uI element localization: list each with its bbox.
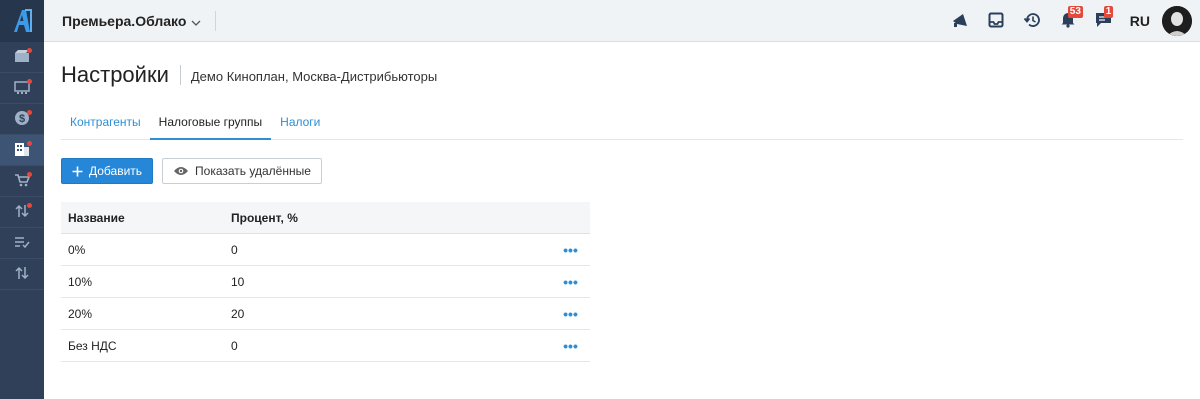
page-subtitle: Демо Киноплан, Москва-Дистрибьюторы	[190, 69, 438, 84]
page-title: Настройки	[61, 62, 169, 87]
inbox-icon	[988, 12, 1004, 31]
show-deleted-label: Показать удалённые	[195, 164, 311, 178]
megaphone-icon	[951, 12, 969, 31]
add-button[interactable]: Добавить	[61, 158, 154, 184]
notifications-badge: 53	[1067, 6, 1083, 18]
more-icon: •••	[563, 305, 578, 322]
org-name: Премьера.Облако	[62, 12, 187, 29]
user-avatar-icon	[1162, 6, 1192, 36]
sidebar-item-films[interactable]	[0, 42, 44, 73]
top-bar: Премьера.Облако 53 1 RU	[44, 0, 1200, 42]
language-switcher[interactable]: RU	[1130, 13, 1150, 29]
checklist-icon	[14, 236, 30, 251]
notification-dot	[27, 172, 32, 177]
app-logo[interactable]	[0, 0, 44, 42]
notification-dot	[27, 79, 32, 84]
more-icon: •••	[563, 241, 578, 258]
toolbar: Добавить Показать удалённые	[61, 158, 322, 184]
sidebar-item-shop[interactable]	[0, 166, 44, 197]
main-content: Настройки Демо Киноплан, Москва-Дистрибь…	[44, 42, 1200, 399]
sidebar-item-cinemas[interactable]	[0, 73, 44, 104]
messages-button[interactable]: 1	[1092, 6, 1116, 33]
cell-name: 10%	[68, 274, 93, 289]
add-button-label: Добавить	[89, 164, 143, 178]
table-row[interactable]: 10% 10 •••	[61, 266, 590, 298]
row-menu-button[interactable]: •••	[551, 273, 590, 290]
megaphone-button[interactable]	[948, 9, 972, 33]
table-row[interactable]: 0% 0 •••	[61, 234, 590, 266]
history-button[interactable]	[1020, 9, 1044, 33]
chevron-down-icon	[191, 13, 201, 29]
history-icon	[1023, 12, 1041, 31]
messages-badge: 1	[1103, 6, 1114, 18]
avatar[interactable]	[1162, 6, 1192, 36]
notification-dot	[27, 141, 32, 146]
tax-groups-table: Название Процент, % 0% 0 ••• 10% 10 ••• …	[61, 202, 590, 362]
sidebar-item-organization[interactable]	[0, 135, 44, 166]
sidebar-item-finance[interactable]: $	[0, 104, 44, 135]
top-actions: 53 1 RU	[936, 0, 1192, 42]
page-header: Настройки Демо Киноплан, Москва-Дистрибь…	[61, 62, 437, 88]
row-menu-button[interactable]: •••	[551, 241, 590, 258]
sidebar-item-transfers[interactable]	[0, 197, 44, 228]
show-deleted-button[interactable]: Показать удалённые	[162, 158, 322, 184]
sort-icon	[15, 266, 29, 283]
cell-name: 20%	[68, 306, 93, 321]
plus-icon	[72, 166, 83, 177]
tabs: Контрагенты Налоговые группы Налоги	[61, 110, 1183, 140]
tab-taxes[interactable]: Налоги	[271, 110, 329, 140]
notification-dot	[27, 110, 32, 115]
cell-percent: 0	[231, 338, 238, 353]
notification-dot	[27, 48, 32, 53]
svg-text:$: $	[19, 113, 25, 125]
more-icon: •••	[563, 337, 578, 354]
org-switcher[interactable]: Премьера.Облако	[62, 12, 201, 29]
cell-percent: 20	[231, 306, 245, 321]
table-row[interactable]: Без НДС 0 •••	[61, 330, 590, 362]
more-icon: •••	[563, 273, 578, 290]
tab-counterparties[interactable]: Контрагенты	[61, 110, 150, 140]
sidebar-item-sort[interactable]	[0, 259, 44, 290]
column-header-percent[interactable]: Процент, %	[231, 211, 551, 225]
table-row[interactable]: 20% 20 •••	[61, 298, 590, 330]
cell-name: 0%	[68, 242, 86, 257]
logo-icon	[14, 9, 32, 32]
row-menu-button[interactable]: •••	[551, 337, 590, 354]
title-divider	[179, 65, 181, 85]
sidebar: $	[0, 0, 44, 399]
eye-icon	[173, 166, 189, 176]
notifications-button[interactable]: 53	[1056, 6, 1083, 33]
inbox-button[interactable]	[984, 9, 1008, 33]
tab-tax-groups[interactable]: Налоговые группы	[149, 110, 272, 140]
cell-percent: 0	[231, 242, 238, 257]
table-header: Название Процент, %	[61, 202, 590, 234]
cell-percent: 10	[231, 274, 245, 289]
topbar-divider	[215, 10, 217, 31]
column-header-name[interactable]: Название	[61, 211, 231, 225]
row-menu-button[interactable]: •••	[551, 305, 590, 322]
cell-name: Без НДС	[68, 338, 117, 353]
sidebar-item-tasks[interactable]	[0, 228, 44, 259]
notification-dot	[27, 203, 32, 208]
